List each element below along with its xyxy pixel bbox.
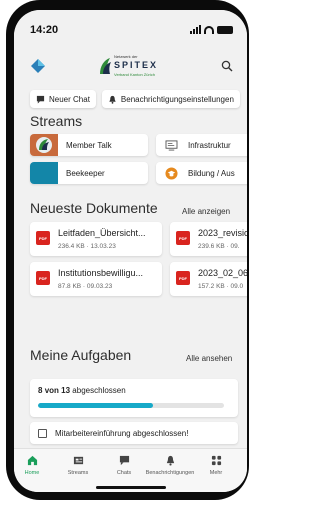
task-progress-label: 8 von 13 abgeschlossen [38, 386, 126, 395]
stream-bildung[interactable]: Bildung / Aus [156, 162, 247, 184]
stream-label: Beekeeper [66, 168, 105, 178]
battery-icon [217, 25, 233, 34]
pdf-icon: PDF [176, 231, 190, 245]
app-logo-icon[interactable] [30, 58, 46, 74]
app-screen: 14:20 Netzwerk der SPITEX Verband Kanton… [14, 10, 247, 492]
document-item[interactable]: PDF Institutionsbewilligu... 87.8 KB · 0… [30, 262, 162, 296]
bell-icon [109, 95, 116, 104]
documents-heading: Neueste Dokumente [30, 200, 158, 216]
tab-streams[interactable]: Streams [56, 455, 100, 476]
document-name: Institutionsbewilligu... [58, 268, 144, 278]
chats-icon [119, 455, 129, 466]
member-talk-thumbnail [30, 134, 58, 156]
bell-icon [166, 455, 174, 466]
stream-member-talk[interactable]: Member Talk [30, 134, 148, 156]
wifi-icon [204, 25, 214, 34]
app-header: Netzwerk der SPITEX Verband Kanton Züric… [14, 46, 247, 86]
tasks-heading: Meine Aufgaben [30, 347, 132, 363]
task-progress-fill [38, 403, 154, 408]
beekeeper-thumbnail [30, 162, 58, 184]
stream-infrastruktur[interactable]: Infrastruktur [156, 134, 247, 156]
notification-settings-label: Benachrichtigungseinstellungen [120, 94, 234, 104]
quick-actions: Neuer Chat Benachrichtigungseinstellunge… [30, 90, 240, 108]
task-label: Mitarbeitereinführung abgeschlossen! [55, 428, 189, 438]
tab-label: Benachrichtigungen [145, 470, 195, 476]
stream-label: Member Talk [66, 140, 112, 150]
new-chat-button[interactable]: Neuer Chat [30, 90, 96, 108]
stream-label: Infrastruktur [188, 140, 231, 150]
document-name: 2023_02_06 [198, 268, 247, 278]
pdf-icon: PDF [176, 271, 190, 285]
tab-label: Streams [67, 470, 89, 476]
status-time: 14:20 [30, 24, 59, 36]
spitex-mark-icon [100, 58, 111, 74]
home-icon [27, 455, 37, 466]
status-bar: 14:20 [14, 10, 247, 46]
tab-label: Mehr [209, 470, 223, 476]
document-name: 2023_revisic [198, 228, 247, 238]
brand-sub: Verband Kanton Zürich [114, 72, 155, 77]
stream-beekeeper[interactable]: Beekeeper [30, 162, 148, 184]
device-frame: 14:20 Netzwerk der SPITEX Verband Kanton… [0, 0, 249, 507]
notification-settings-button[interactable]: Benachrichtigungseinstellungen [101, 90, 240, 108]
status-icons [190, 25, 233, 34]
infrastructure-icon [160, 134, 182, 156]
documents-show-all-link[interactable]: Alle anzeigen [182, 207, 230, 216]
document-item[interactable]: PDF Leitfaden_Übersicht... 236.4 KB · 13… [30, 222, 162, 256]
brand-small: Netzwerk der [114, 54, 138, 59]
tab-label: Home [24, 470, 40, 476]
task-checkbox[interactable] [38, 428, 47, 438]
pdf-icon: PDF [36, 231, 50, 245]
brand-name: SPITEX [114, 60, 159, 70]
document-item[interactable]: PDF 2023_revisic 239.6 KB · 09. [170, 222, 247, 256]
streams-heading: Streams [30, 113, 83, 129]
task-progress-card[interactable]: 8 von 13 abgeschlossen [30, 379, 238, 417]
tasks-show-all-link[interactable]: Alle ansehen [186, 354, 232, 363]
document-item[interactable]: PDF 2023_02_06 157.2 KB · 09.0 [170, 262, 247, 296]
bottom-tab-bar: Home Streams Chats Benachrichtigungen Me… [14, 448, 247, 492]
tasks-total-count: 13 [61, 386, 71, 395]
streams-icon [73, 456, 83, 465]
search-icon[interactable] [221, 60, 233, 72]
document-meta: 236.4 KB · 13.03.23 [58, 243, 116, 250]
task-progress-bar [38, 403, 224, 408]
brand-logo: Netzwerk der SPITEX Verband Kanton Züric… [98, 52, 170, 82]
tab-more[interactable]: Mehr [194, 455, 238, 476]
graduation-cap-icon [160, 162, 182, 184]
pdf-icon: PDF [36, 271, 50, 285]
tab-label: Chats [116, 470, 132, 476]
tab-chats[interactable]: Chats [102, 455, 146, 476]
document-meta: 157.2 KB · 09.0 [198, 283, 244, 290]
document-name: Leitfaden_Übersicht... [58, 228, 146, 238]
tab-notifications[interactable]: Benachrichtigungen [145, 455, 195, 476]
tasks-suffix: abgeschlossen [72, 386, 126, 395]
tasks-done-count: 8 [38, 386, 43, 395]
document-meta: 87.8 KB · 09.03.23 [58, 283, 113, 290]
tab-home[interactable]: Home [14, 455, 54, 476]
document-meta: 239.6 KB · 09. [198, 243, 240, 250]
task-item[interactable]: Mitarbeitereinführung abgeschlossen! [30, 422, 238, 444]
grid-icon [211, 455, 221, 466]
new-chat-label: Neuer Chat [49, 94, 90, 104]
stream-label: Bildung / Aus [188, 168, 235, 178]
home-indicator [96, 486, 166, 489]
signal-icon [190, 25, 201, 34]
tasks-of: von [44, 386, 59, 395]
chat-icon [36, 95, 45, 104]
